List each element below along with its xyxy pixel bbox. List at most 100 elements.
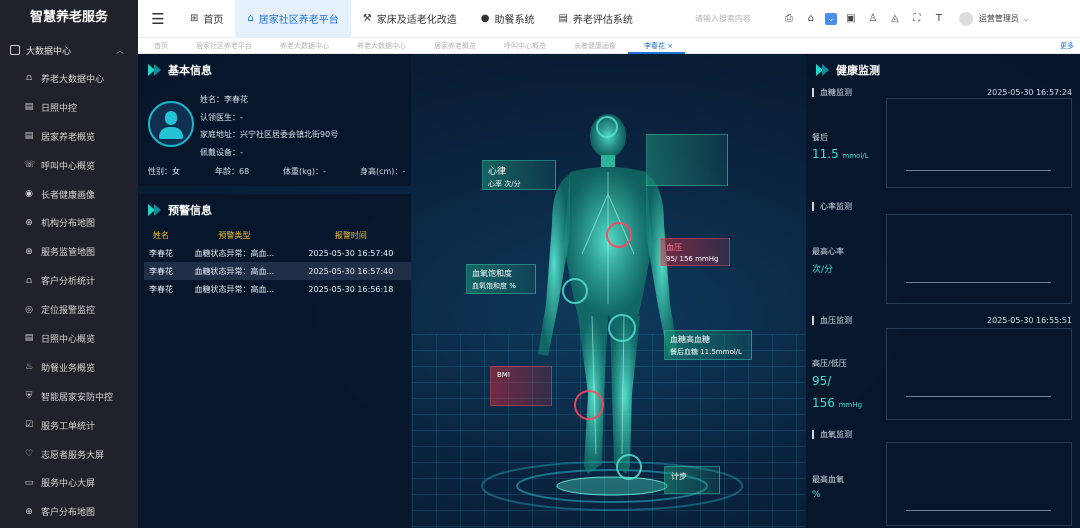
top-tab-home-bed[interactable]: ⚒ 家床及适老化改造: [351, 0, 469, 38]
page-tab[interactable]: 养老大数据中心: [341, 38, 418, 54]
sidebar-item[interactable]: ☏ 呼叫中心概览: [0, 151, 138, 180]
cell-type: 血糖状态异常：高血...: [194, 284, 275, 294]
glucose-callout[interactable]: 血糖高血糖 餐后血糖 11.5mmol/L: [664, 330, 752, 360]
bmi-callout[interactable]: BMI: [490, 366, 552, 406]
close-icon[interactable]: ×: [667, 42, 673, 50]
spo2-section-title: 血氧监测: [812, 430, 852, 439]
sidebar-item[interactable]: ⊕ 客户分布地图: [0, 497, 138, 526]
lock-icon[interactable]: ▣: [843, 11, 859, 27]
sidebar-item-label: 智能居家安防中控: [41, 392, 114, 403]
sidebar-item[interactable]: ☑ 服务工单统计: [0, 411, 138, 440]
top-tab-label: 首页: [203, 15, 224, 26]
sidebar-item[interactable]: ♡ 志愿者服务大屏: [0, 440, 138, 469]
blood-pressure-callout[interactable]: 血压 95/ 156 mmHg: [660, 238, 730, 266]
sidebar-item[interactable]: ⩍ 客户分析统计: [0, 266, 138, 295]
name-field: 姓名：李春花: [200, 95, 248, 104]
column-header-time: 报警时间: [334, 230, 367, 240]
sidebar-item[interactable]: ▤ 居家养老概览: [0, 122, 138, 151]
glucose-number: 11.5: [812, 147, 839, 161]
top-tab-community-platform[interactable]: ⌂ 居家社区养老平台: [235, 0, 351, 38]
page-tab-label: 李春花: [644, 41, 665, 50]
page-tab[interactable]: 居家养老概览: [418, 38, 488, 54]
chart-icon: ⩍: [26, 73, 32, 84]
heart-rate-callout[interactable]: 心律 心率 次/分: [482, 160, 556, 190]
glucose-time: 2025-05-30 16:57:24: [987, 88, 1072, 97]
bell-icon[interactable]: ◬: [887, 11, 903, 27]
sidebar-item-label: 日照中控: [41, 103, 78, 114]
callout-title: 心律: [488, 167, 507, 177]
spo2-value: %: [812, 490, 821, 500]
sidebar-item[interactable]: ⛨ 智能居家安防中控: [0, 382, 138, 411]
top-tab-meal[interactable]: ● 助餐系统: [469, 0, 547, 38]
table-row-selected[interactable]: 李春花 血糖状态异常：高血... 2025-05-30 16:57:40: [144, 262, 411, 280]
user-name[interactable]: 运营管理员: [979, 13, 1019, 24]
table-row[interactable]: 李春花 血糖状态异常：高血... 2025-05-30 16:57:40: [144, 244, 411, 262]
chevron-down-icon[interactable]: ⌄: [1023, 15, 1029, 23]
callout-value: 餐后血糖 11.5mmol/L: [670, 348, 742, 356]
page-tab[interactable]: 呼叫中心概览: [488, 38, 558, 54]
heart-rate-value: 次/分: [812, 265, 834, 275]
page-tab[interactable]: 养老大数据中心: [264, 38, 341, 54]
page-tab[interactable]: 长者健康画像: [558, 38, 628, 54]
shirt-icon[interactable]: ♙: [865, 11, 881, 27]
menu-toggle-icon[interactable]: ☰: [138, 10, 178, 28]
top-tab-home[interactable]: ⊞ 首页: [178, 0, 235, 38]
steps-marker[interactable]: [616, 454, 642, 480]
sidebar-item[interactable]: ⊕ 服务监管地图: [0, 237, 138, 266]
glucose-marker[interactable]: [608, 314, 636, 342]
blood-pressure-marker[interactable]: [606, 222, 632, 248]
sidebar-item-label: 志愿者服务大屏: [41, 450, 105, 461]
age-field: 年龄：68: [215, 167, 250, 176]
spo2-chart: [886, 442, 1072, 526]
page-tab-active[interactable]: 李春花 ×: [628, 38, 686, 54]
sidebar-item-label: 助餐业务概览: [41, 363, 96, 374]
health-monitor-panel: 健康监测 血糖监测 2025-05-30 16:57:24 餐后 11.5 mm…: [806, 54, 1080, 528]
sidebar-item[interactable]: ▭ 服务中心大屏: [0, 468, 138, 497]
table-row[interactable]: 李春花 血糖状态异常：高血... 2025-05-30 16:56:18: [144, 280, 411, 298]
home-shortcut-icon[interactable]: ⌂: [803, 11, 819, 27]
sidebar-item[interactable]: ⩍ 养老大数据中心: [0, 64, 138, 93]
sidebar-item[interactable]: ◎ 定位报警监控: [0, 295, 138, 324]
cell-name: 李春花: [148, 248, 173, 258]
more-tabs-button[interactable]: 更多: [1060, 41, 1074, 51]
fullscreen-icon[interactable]: ⛶: [909, 11, 925, 27]
sidebar-item-label: 呼叫中心概览: [41, 161, 96, 172]
spo2-callout[interactable]: 血氧饱和度 血氧饱和度 %: [466, 264, 536, 294]
map-icon: ⊕: [25, 506, 33, 517]
document-icon: ▤: [24, 131, 34, 142]
bmi-marker[interactable]: [574, 390, 604, 420]
dropdown-icon[interactable]: ⌄: [824, 12, 837, 25]
sidebar-item[interactable]: ♨ 助餐业务概览: [0, 353, 138, 382]
glucose-section-title: 血糖监测: [812, 88, 852, 97]
sidebar-item[interactable]: ▤ 日照中心概览: [0, 324, 138, 353]
page-tab[interactable]: 居家社区养老平台: [180, 38, 264, 54]
search-input[interactable]: 请输入搜索内容: [695, 13, 775, 24]
sidebar-item[interactable]: ⊕ 机构分布地图: [0, 208, 138, 237]
health-dashboard: 心律 心率 次/分 血压 95/ 156 mmHg 血氧饱和度 血氧饱和度 % …: [138, 54, 1080, 528]
callout-value: 血氧饱和度 %: [472, 282, 516, 290]
callout-title: 血糖高血糖: [670, 335, 710, 344]
font-size-icon[interactable]: T: [931, 11, 947, 27]
sidebar-item[interactable]: ◉ 长者健康画像: [0, 180, 138, 209]
blood-pressure-chart-line: [906, 396, 1051, 397]
user-icon: ◉: [25, 189, 33, 199]
top-tab-assessment[interactable]: ▤ 养老评估系统: [546, 0, 644, 38]
user-avatar[interactable]: [958, 11, 973, 26]
document-icon: ▤: [24, 102, 34, 113]
print-icon[interactable]: ⎙: [781, 11, 797, 27]
spo2-marker[interactable]: [562, 278, 588, 304]
chart-icon: ⩍: [26, 275, 32, 286]
grid-icon: ⊞: [190, 13, 199, 24]
double-arrow-icon: [148, 204, 161, 216]
sidebar-item[interactable]: ▤ 日照中控: [0, 93, 138, 122]
page-tab[interactable]: 首页: [138, 38, 180, 54]
callout-title: 血压: [666, 243, 682, 252]
panel-title-text: 预警信息: [168, 204, 212, 217]
blood-pressure-label: 高压/低压: [812, 359, 847, 368]
home-icon: ⌂: [247, 13, 254, 24]
sidebar-item-label: 服务监管地图: [41, 248, 96, 259]
top-tab-label: 家床及适老化改造: [376, 15, 457, 26]
callout-title: BMI: [497, 371, 510, 379]
sidebar-group-big-data[interactable]: 大数据中心 ︿: [0, 36, 138, 64]
steps-callout[interactable]: 计步: [664, 466, 720, 494]
